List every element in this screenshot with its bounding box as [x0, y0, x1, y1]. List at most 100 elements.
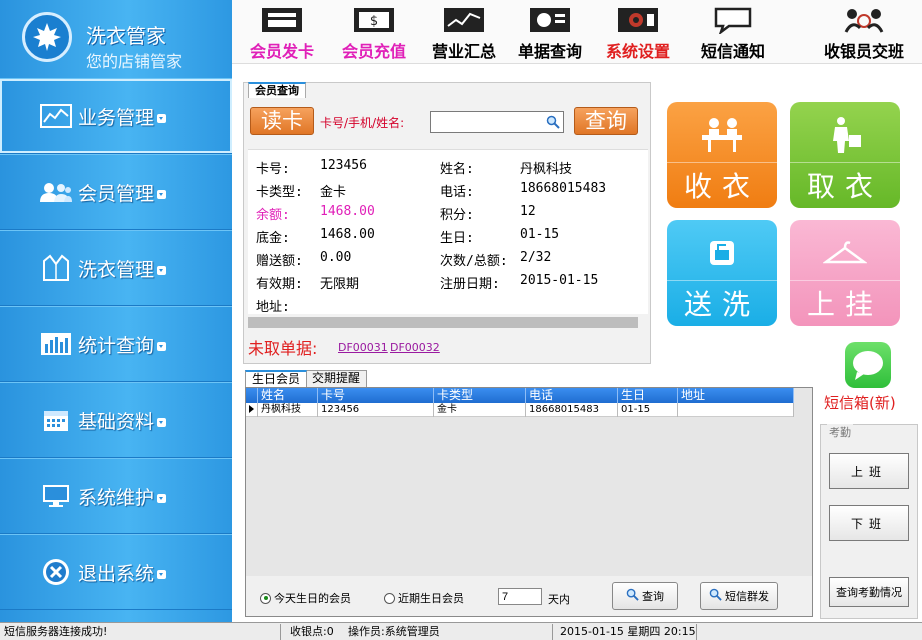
tile-label: 上挂 [790, 280, 900, 323]
toolbar-label: 营业汇总 [431, 42, 496, 61]
toolbar-label: 收银员交班 [823, 42, 904, 61]
col-card-type[interactable]: 卡类型 [434, 388, 526, 403]
birthday-label: 生日: [440, 231, 474, 246]
gift-label: 赠送额: [256, 254, 303, 269]
clock-out-button[interactable]: 下班 [829, 505, 909, 541]
button-label: 查询 [642, 590, 664, 603]
sms-inbox-icon[interactable] [845, 342, 891, 388]
chevron-down-icon [157, 189, 167, 199]
settings-screen-icon [596, 6, 680, 34]
bar-chart-icon [36, 328, 76, 360]
col-name[interactable]: 姓名 [258, 388, 318, 403]
col-phone[interactable]: 电话 [526, 388, 618, 403]
uncollected-order-link[interactable]: DF00031 [338, 341, 388, 354]
table-row[interactable]: 丹枫科技 123456 金卡 18668015483 01-15 [246, 403, 794, 417]
tab-birthday-members[interactable]: 生日会员 [245, 370, 308, 387]
tab-member-query[interactable]: 会员查询 [248, 82, 306, 98]
balance-value: 1468.00 [320, 204, 375, 219]
bulk-sms-button[interactable]: 短信群发 [700, 582, 778, 610]
status-divider [552, 624, 553, 640]
card-type-value: 金卡 [320, 185, 347, 200]
nav-members[interactable]: 会员管理 [0, 154, 232, 230]
chart-line-icon [36, 100, 76, 132]
business-summary-button[interactable]: 营业汇总 [422, 6, 506, 62]
status-divider [280, 624, 281, 640]
operator: 操作员:系统管理员 [348, 625, 440, 638]
nav-basic-data[interactable]: 基础资料 [0, 382, 232, 458]
search-icon [709, 588, 722, 604]
valid-label: 有效期: [256, 277, 303, 292]
nav-exit[interactable]: 退出系统 [0, 534, 232, 610]
status-bar: 短信服务器连接成功! 收银点:0 操作员:系统管理员 2015-01-15 星期… [0, 622, 922, 640]
chevron-down-icon [157, 265, 167, 275]
days-unit: 天内 [548, 593, 570, 606]
system-settings-button[interactable]: 系统设置 [596, 6, 680, 62]
status-divider [696, 624, 697, 640]
birthday-query-button[interactable]: 查询 [612, 582, 678, 610]
logo: 洗衣管家 您的店铺管家 [0, 0, 232, 78]
search-icon[interactable] [546, 115, 560, 129]
hanger-icon [790, 228, 900, 278]
receive-clothes-tile[interactable]: 收衣 [667, 102, 777, 208]
radio-today-birthday[interactable]: 今天生日的会员 [260, 590, 351, 606]
sms-inbox-label[interactable]: 短信箱(新) [824, 392, 896, 413]
speech-bubble-icon [688, 6, 778, 34]
handover-icon [812, 6, 916, 34]
radio-label: 今天生日的会员 [274, 592, 351, 605]
chevron-down-icon [157, 417, 167, 427]
nav-statistics[interactable]: 统计查询 [0, 306, 232, 382]
maple-leaf-logo-icon [22, 12, 72, 62]
radio-dot [384, 592, 395, 604]
member-search-input[interactable] [430, 111, 564, 133]
nav-label: 系统维护 [78, 486, 155, 509]
points-label: 积分: [440, 208, 474, 223]
order-query-button[interactable]: 单据查询 [508, 6, 592, 62]
document-search-icon [508, 6, 592, 34]
horizontal-scrollbar[interactable] [248, 317, 638, 328]
pickup-clothes-tile[interactable]: 取衣 [790, 102, 900, 208]
cell-birthday: 01-15 [618, 403, 678, 417]
app-subtitle: 您的店铺管家 [86, 52, 183, 71]
birthday-value: 01-15 [520, 227, 560, 242]
reg-date-label: 注册日期: [440, 277, 500, 292]
nav-business[interactable]: 业务管理 [0, 78, 232, 154]
days-input[interactable] [498, 588, 542, 605]
attendance-title: 考勤 [827, 424, 853, 440]
nav-laundry[interactable]: 洗衣管理 [0, 230, 232, 306]
cashier-handover-button[interactable]: 收银员交班 [812, 6, 916, 62]
sms-notify-button[interactable]: 短信通知 [688, 6, 778, 62]
issue-card-button[interactable]: 会员发卡 [242, 6, 322, 62]
nav-label: 洗衣管理 [78, 258, 155, 281]
count-label: 次数/总额: [440, 254, 508, 269]
chevron-down-icon [157, 113, 167, 123]
member-query-panel: 会员查询 读卡 卡号/手机/姓名: 查询 卡号: 123456 姓名: 丹枫科技… [243, 82, 651, 364]
attendance-query-button[interactable]: 查询考勤情况 [829, 577, 909, 607]
balance-label: 余额: [256, 208, 290, 223]
base-value: 1468.00 [320, 227, 375, 242]
query-label: 卡号/手机/姓名: [320, 116, 405, 130]
query-button[interactable]: 查询 [574, 107, 638, 135]
uncollected-order-link[interactable]: DF00032 [390, 341, 440, 354]
address-label: 地址: [256, 300, 290, 315]
tab-delivery-reminder[interactable]: 交期提醒 [305, 370, 368, 387]
pickup-clothes-icon [790, 110, 900, 160]
read-card-button[interactable]: 读卡 [250, 107, 314, 135]
svg-text:$: $ [370, 14, 378, 29]
grid-footer: 今天生日的会员 近期生日会员 天内 查询 短信群发 [246, 576, 812, 616]
member-info: 卡号: 123456 姓名: 丹枫科技 卡类型: 金卡 电话: 18668015… [248, 149, 648, 315]
col-card-no[interactable]: 卡号 [318, 388, 434, 403]
clock-in-button[interactable]: 上班 [829, 453, 909, 489]
col-birthday[interactable]: 生日 [618, 388, 678, 403]
hang-up-tile[interactable]: 上挂 [790, 220, 900, 326]
reg-date-value: 2015-01-15 [520, 273, 599, 288]
button-label: 短信群发 [725, 590, 769, 603]
recharge-button[interactable]: $ 会员充值 [332, 6, 416, 62]
nav-maintenance[interactable]: 系统维护 [0, 458, 232, 534]
col-address[interactable]: 地址 [678, 388, 794, 403]
radio-label: 近期生日会员 [398, 592, 464, 605]
users-icon [36, 176, 76, 208]
radio-recent-birthday[interactable]: 近期生日会员 [384, 590, 464, 606]
datetime: 2015-01-15 星期四 20:15 [560, 625, 696, 638]
send-wash-tile[interactable]: 送洗 [667, 220, 777, 326]
cell-card-type: 金卡 [434, 403, 526, 417]
